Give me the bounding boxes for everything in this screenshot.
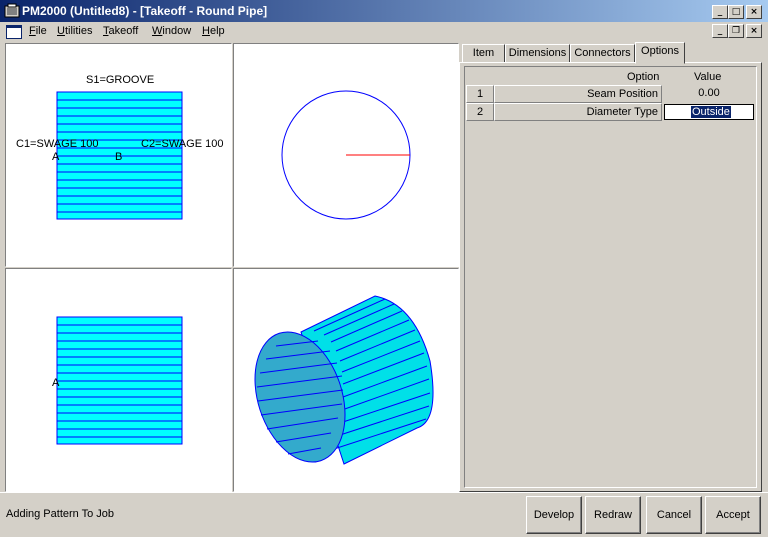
window-title: PM2000 (Untitled8) - [Takeoff - Round Pi… — [22, 4, 268, 18]
c1-label: C1=SWAGE 100 — [16, 138, 98, 150]
c2-label: C2=SWAGE 100 — [141, 138, 223, 150]
point-b-label: B — [115, 151, 122, 163]
tab-options[interactable]: Options — [635, 42, 685, 64]
s1-label: S1=GROOVE — [86, 74, 154, 86]
side-view-viewport[interactable]: A — [5, 268, 232, 492]
tab-item[interactable]: Item — [462, 44, 505, 63]
maximize-button[interactable]: □ — [728, 5, 744, 19]
tab-connectors[interactable]: Connectors — [570, 44, 635, 63]
minimize-button[interactable]: _ — [712, 5, 728, 19]
options-grid: Option Value 1 Seam Position 0.00 2 Diam… — [464, 66, 757, 488]
row-option: Diameter Type — [494, 103, 662, 121]
document-icon[interactable] — [6, 25, 22, 39]
end-view-drawing — [281, 90, 411, 220]
menu-help[interactable]: Help — [202, 25, 225, 37]
redraw-button[interactable]: Redraw — [585, 496, 641, 534]
cancel-button[interactable]: Cancel — [646, 496, 702, 534]
title-bar[interactable]: PM2000 (Untitled8) - [Takeoff - Round Pi… — [0, 0, 768, 22]
row-option: Seam Position — [494, 85, 662, 103]
app-icon — [4, 3, 20, 18]
grid-header-option: Option — [627, 71, 660, 83]
menu-utilities[interactable]: Utilities — [57, 25, 92, 37]
row-number: 1 — [466, 85, 494, 103]
menu-takeoff[interactable]: Takeoff — [103, 25, 138, 37]
mdi-close-button[interactable]: × — [746, 24, 762, 38]
property-tabs: Item Dimensions Connectors Options — [459, 42, 768, 64]
status-text: Adding Pattern To Job — [6, 508, 115, 520]
row-value[interactable]: 0.00 — [662, 85, 756, 103]
row-number: 2 — [466, 103, 494, 121]
menu-bar: File Utilities Takeoff Window Help — [0, 22, 768, 42]
side-point-a-label: A — [52, 377, 60, 389]
menu-window[interactable]: Window — [152, 25, 191, 37]
diameter-type-input[interactable]: Outside — [664, 104, 754, 120]
side-view-drawing: A — [52, 316, 183, 445]
tab-dimensions[interactable]: Dimensions — [505, 44, 570, 63]
grid-header-value: Value — [694, 71, 722, 83]
front-view-viewport[interactable]: S1=GROOVE C1=SWAGE 100 C2=SWAGE 100 A B — [5, 43, 232, 267]
iso-view-drawing — [254, 295, 434, 465]
grid-row-seam-position[interactable]: 1 Seam Position 0.00 — [466, 85, 756, 103]
menu-file-rest: ile — [35, 25, 47, 37]
grid-row-diameter-type[interactable]: 2 Diameter Type Outside — [466, 103, 756, 121]
point-a-label: A — [52, 151, 60, 163]
close-button[interactable]: × — [746, 5, 762, 19]
front-view-drawing: S1=GROOVE C1=SWAGE 100 C2=SWAGE 100 A B — [16, 74, 223, 220]
options-panel: Option Value 1 Seam Position 0.00 2 Diam… — [459, 62, 762, 492]
end-view-viewport[interactable] — [233, 43, 459, 267]
status-bar: Adding Pattern To Job Develop Redraw Can… — [0, 492, 768, 537]
menu-file[interactable]: File — [29, 25, 47, 37]
develop-button[interactable]: Develop — [526, 496, 582, 534]
mdi-restore-button[interactable]: ❐ — [728, 24, 744, 38]
accept-button[interactable]: Accept — [705, 496, 761, 534]
row-value-selected: Outside — [691, 106, 731, 118]
mdi-minimize-button[interactable]: _ — [712, 24, 728, 38]
iso-view-viewport[interactable] — [233, 268, 459, 492]
